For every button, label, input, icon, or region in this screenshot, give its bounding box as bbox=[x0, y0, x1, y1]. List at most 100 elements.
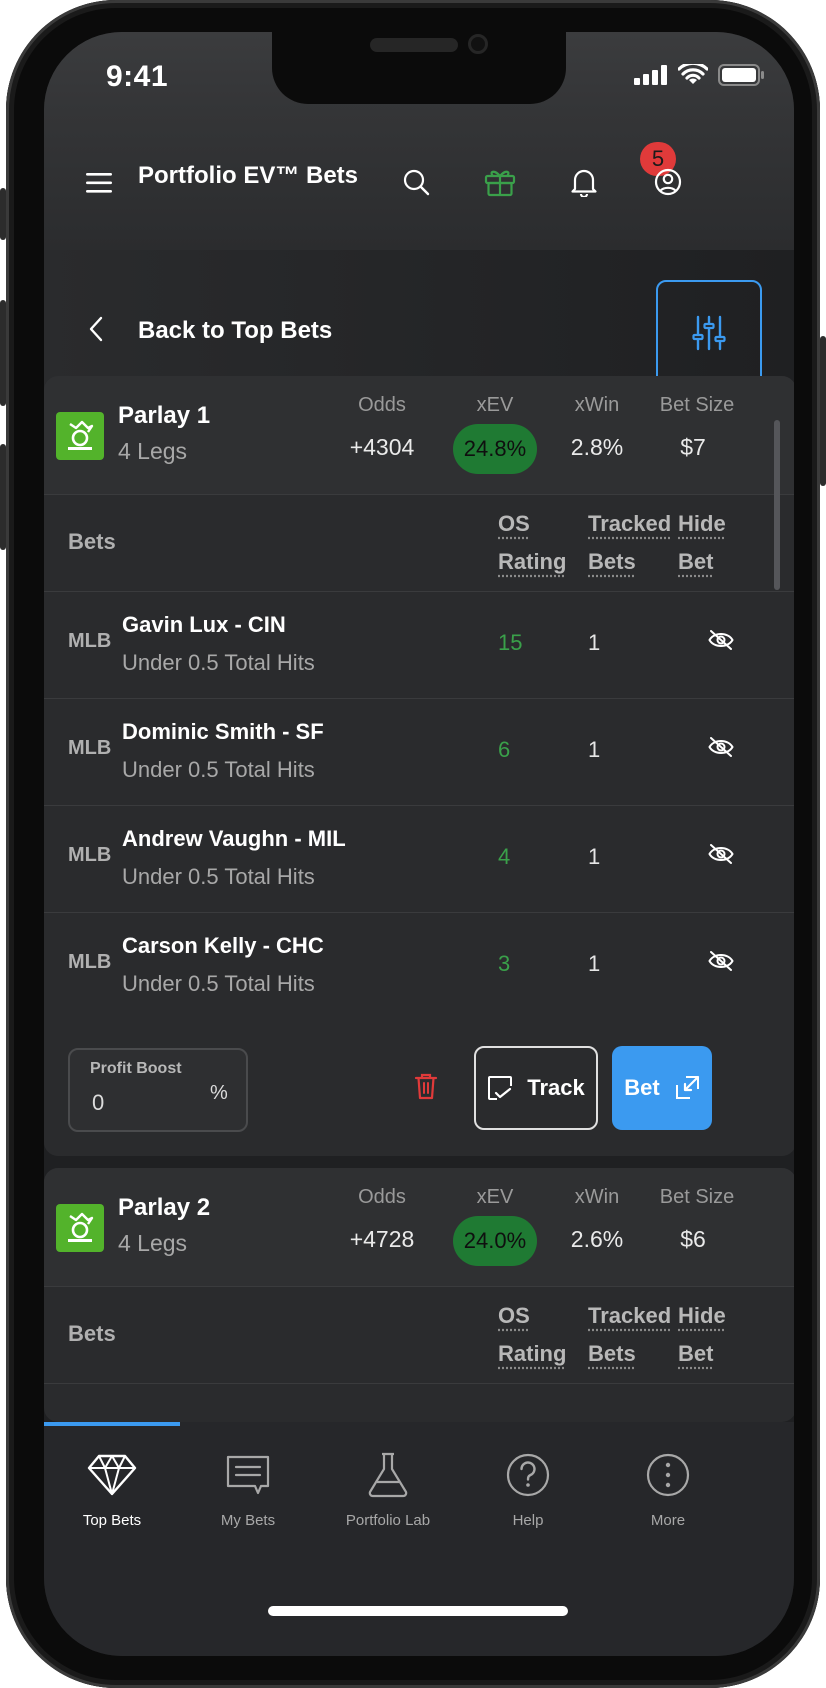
help-icon bbox=[506, 1453, 550, 1497]
os-rating-column-header[interactable]: OS Rating bbox=[498, 1297, 566, 1373]
percent-unit: % bbox=[210, 1082, 228, 1104]
vertical-scrollbar[interactable] bbox=[774, 420, 780, 590]
sportsbook-logo bbox=[56, 412, 104, 460]
parlay-card-2: Parlay 2 4 Legs Odds +4728 xEV 24.0% xWi… bbox=[44, 1168, 794, 1422]
odds-label: Odds bbox=[358, 394, 406, 416]
bet-label: Bet bbox=[624, 1075, 660, 1100]
hide-bet-button[interactable] bbox=[708, 844, 734, 869]
more-icon bbox=[646, 1453, 690, 1497]
bets-table-header: Bets OS Rating Tracked Bets Hide Bet bbox=[44, 1286, 794, 1384]
place-bet-button[interactable]: Bet bbox=[612, 1046, 712, 1130]
bet-size-value: $6 bbox=[680, 1226, 706, 1252]
tab-label: My Bets bbox=[220, 1512, 276, 1529]
tab-more[interactable]: More bbox=[593, 1422, 743, 1572]
delete-parlay-button[interactable] bbox=[414, 1072, 438, 1105]
tracked-bets-column-header[interactable]: Tracked Bets bbox=[588, 1297, 671, 1373]
player-name: Andrew Vaughn - MIL bbox=[122, 826, 346, 851]
eye-off-icon bbox=[708, 951, 734, 971]
home-indicator[interactable] bbox=[268, 1606, 568, 1616]
trash-icon bbox=[414, 1073, 438, 1100]
track-button[interactable]: Track bbox=[474, 1046, 598, 1130]
hide-bet-column-header[interactable]: Hide Bet bbox=[678, 1297, 726, 1373]
gift-icon bbox=[484, 170, 516, 197]
bet-row[interactable]: MLB Gavin Lux - CIN Under 0.5 Total Hits… bbox=[44, 592, 794, 699]
league-label: MLB bbox=[68, 630, 112, 652]
header-line: OS bbox=[498, 511, 530, 536]
tab-my-bets[interactable]: My Bets bbox=[173, 1422, 323, 1572]
league-label: MLB bbox=[68, 951, 112, 973]
xev-pill: 24.0% bbox=[453, 1216, 537, 1266]
hamburger-icon bbox=[86, 173, 112, 193]
header-line: Hide bbox=[678, 1303, 726, 1328]
profile-button[interactable] bbox=[648, 162, 688, 202]
header-line: Tracked bbox=[588, 1303, 672, 1328]
xwin-label: xWin bbox=[574, 394, 620, 416]
app-header: Portfolio EV™ Bets 5 bbox=[44, 112, 794, 250]
xev-label: xEV bbox=[476, 394, 514, 416]
player-name: Dominic Smith - SF bbox=[122, 719, 324, 744]
bet-row[interactable]: MLB Andrew Vaughn - MIL Under 0.5 Total … bbox=[44, 806, 794, 913]
parlay-header: Parlay 1 4 Legs Odds +4304 xEV 24.8% xWi… bbox=[44, 376, 794, 494]
xwin-value: 2.8% bbox=[570, 434, 624, 460]
sportsbook-logo bbox=[56, 1204, 104, 1252]
header-line: Bets bbox=[588, 549, 636, 574]
tab-help[interactable]: Help bbox=[453, 1422, 603, 1572]
battery-icon bbox=[718, 64, 764, 86]
hide-bet-button[interactable] bbox=[708, 630, 734, 655]
league-label: MLB bbox=[68, 844, 112, 866]
tab-top-bets[interactable]: Top Bets bbox=[44, 1422, 187, 1572]
search-button[interactable] bbox=[396, 162, 436, 202]
os-rating-column-header[interactable]: OS Rating bbox=[498, 505, 566, 581]
player-name: Gavin Lux - CIN bbox=[122, 612, 286, 637]
market-label: Under 0.5 Total Hits bbox=[122, 650, 315, 675]
odds-value: +4728 bbox=[349, 1226, 415, 1252]
back-button[interactable] bbox=[88, 316, 104, 347]
market-label: Under 0.5 Total Hits bbox=[122, 757, 315, 782]
sliders-icon bbox=[692, 315, 726, 351]
back-to-top-bets-link[interactable]: Back to Top Bets bbox=[138, 317, 332, 345]
odds-label: Odds bbox=[358, 1186, 406, 1208]
os-rating-value: 6 bbox=[498, 737, 511, 762]
parlay-card-1: Parlay 1 4 Legs Odds +4304 xEV 24.8% xWi… bbox=[44, 376, 794, 1156]
eye-off-icon bbox=[708, 630, 734, 650]
tab-icon-wrap bbox=[87, 1448, 137, 1502]
eye-off-icon bbox=[708, 737, 734, 757]
header-line: Hide bbox=[678, 511, 726, 536]
hide-bet-button[interactable] bbox=[708, 951, 734, 976]
market-label: Under 0.5 Total Hits bbox=[122, 864, 315, 889]
header-line: Bets bbox=[588, 1341, 636, 1366]
screen: 9:41 Portfolio EV™ Bets 5 Back to Top Be… bbox=[44, 32, 794, 1656]
notifications-button[interactable] bbox=[564, 162, 604, 202]
market-label: Under 0.5 Total Hits bbox=[122, 971, 315, 996]
track-icon bbox=[488, 1076, 513, 1100]
tab-label: More bbox=[650, 1512, 686, 1529]
profit-boost-field[interactable]: Profit Boost 0 % bbox=[68, 1048, 248, 1132]
tracked-bets-column-header[interactable]: Tracked Bets bbox=[588, 505, 671, 581]
tracked-bets-value: 1 bbox=[588, 951, 601, 976]
volume-up-button bbox=[0, 300, 6, 406]
hide-bet-column-header[interactable]: Hide Bet bbox=[678, 505, 726, 581]
profit-boost-input[interactable]: 0 bbox=[92, 1090, 104, 1116]
tracked-bets-value: 1 bbox=[588, 630, 601, 655]
eye-off-icon bbox=[708, 844, 734, 864]
bet-row[interactable]: MLB Dominic Smith - SF Under 0.5 Total H… bbox=[44, 699, 794, 806]
external-link-icon bbox=[675, 1075, 699, 1099]
tab-portfolio-lab[interactable]: Portfolio Lab bbox=[313, 1422, 463, 1572]
profit-boost-label: Profit Boost bbox=[90, 1060, 182, 1077]
hide-bet-button[interactable] bbox=[708, 737, 734, 762]
filter-button[interactable] bbox=[656, 280, 762, 386]
header-line: Tracked bbox=[588, 511, 672, 536]
tab-label: Portfolio Lab bbox=[345, 1512, 431, 1529]
os-rating-value: 3 bbox=[498, 951, 511, 976]
bet-row[interactable]: MLB Carson Kelly - CHC Under 0.5 Total H… bbox=[44, 913, 794, 1020]
menu-button[interactable] bbox=[86, 172, 112, 199]
tab-icon-wrap bbox=[225, 1448, 271, 1502]
tab-icon-wrap bbox=[645, 1448, 691, 1502]
volume-down-button bbox=[0, 444, 6, 550]
status-icons bbox=[634, 64, 764, 86]
odds-value: +4304 bbox=[349, 434, 415, 460]
rewards-button[interactable] bbox=[480, 162, 520, 202]
phone-frame: 9:41 Portfolio EV™ Bets 5 Back to Top Be… bbox=[0, 0, 826, 1688]
header-line: Bet bbox=[678, 549, 714, 574]
bottom-tab-bar: Top Bets My Bets Portfolio Lab Help More bbox=[44, 1422, 794, 1656]
